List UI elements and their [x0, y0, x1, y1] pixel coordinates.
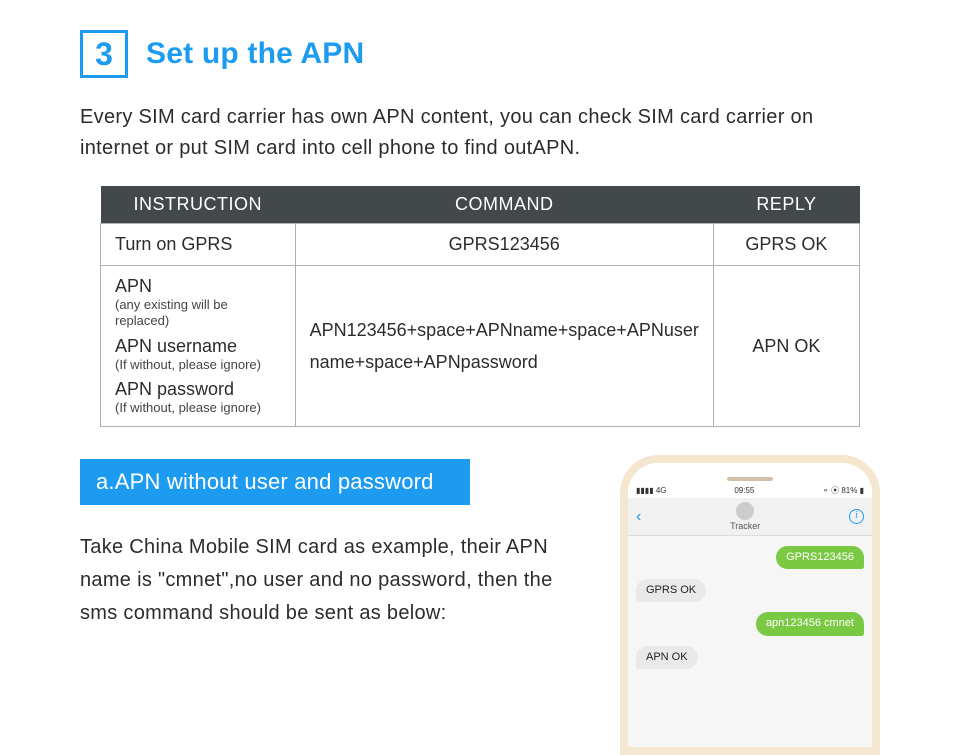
step-number-box: 3 [80, 30, 128, 78]
cell-command: GPRS123456 [295, 224, 713, 266]
apn-label: APN [115, 276, 281, 297]
intro-paragraph: Every SIM card carrier has own APN conte… [80, 102, 880, 164]
table-header-row: INSTRUCTION COMMAND REPLY [101, 186, 860, 224]
cell-reply: APN OK [713, 266, 859, 427]
command-table: INSTRUCTION COMMAND REPLY Turn on GPRS G… [100, 186, 860, 427]
subheading-a: a.APN without user and password [80, 459, 470, 505]
apn-label-sub: (any existing will be replaced) [115, 297, 281, 330]
message-out: apn123456 cmnet [756, 612, 864, 635]
th-command: COMMAND [295, 186, 713, 224]
apn-pass-label-sub: (If without, please ignore) [115, 400, 281, 416]
signal-icon: ▮▮▮▮ 4G [636, 486, 667, 495]
battery-percent: 81% [841, 486, 857, 495]
status-time: 09:55 [734, 486, 754, 495]
message-in: GPRS OK [636, 579, 706, 602]
cell-instruction: Turn on GPRS [101, 224, 296, 266]
phone-mockup: ▮▮▮▮ 4G 09:55 ⚬ ⦿ 81% ▮ ‹ Tracker i GPRS… [620, 455, 880, 755]
table-row: Turn on GPRS GPRS123456 GPRS OK [101, 224, 860, 266]
back-icon[interactable]: ‹ [636, 508, 641, 526]
network-label: 4G [656, 486, 667, 495]
cell-command: APN123456+space+APNname+space+APNuser na… [295, 266, 713, 427]
info-icon[interactable]: i [849, 509, 864, 524]
step-title: Set up the APN [146, 37, 364, 71]
apn-user-label: APN username [115, 336, 281, 357]
message-out: GPRS123456 [776, 546, 864, 569]
apn-user-label-sub: (If without, please ignore) [115, 357, 281, 373]
example-paragraph: Take China Mobile SIM card as example, t… [80, 531, 592, 630]
cell-instruction: APN (any existing will be replaced) APN … [101, 266, 296, 427]
chat-header: ‹ Tracker i [628, 498, 872, 536]
step-header: 3 Set up the APN [80, 30, 880, 78]
avatar [736, 502, 754, 520]
contact-name: Tracker [730, 521, 760, 531]
th-instruction: INSTRUCTION [101, 186, 296, 224]
chat-body: GPRS123456 GPRS OK apn123456 cmnet APN O… [628, 536, 872, 747]
message-in: APN OK [636, 646, 698, 669]
phone-speaker [727, 477, 773, 481]
step-number: 3 [95, 38, 113, 70]
th-reply: REPLY [713, 186, 859, 224]
phone-statusbar: ▮▮▮▮ 4G 09:55 ⚬ ⦿ 81% ▮ [628, 483, 872, 498]
table-row: APN (any existing will be replaced) APN … [101, 266, 860, 427]
apn-pass-label: APN password [115, 379, 281, 400]
cell-reply: GPRS OK [713, 224, 859, 266]
battery-label: ⚬ ⦿ 81% ▮ [822, 485, 864, 496]
